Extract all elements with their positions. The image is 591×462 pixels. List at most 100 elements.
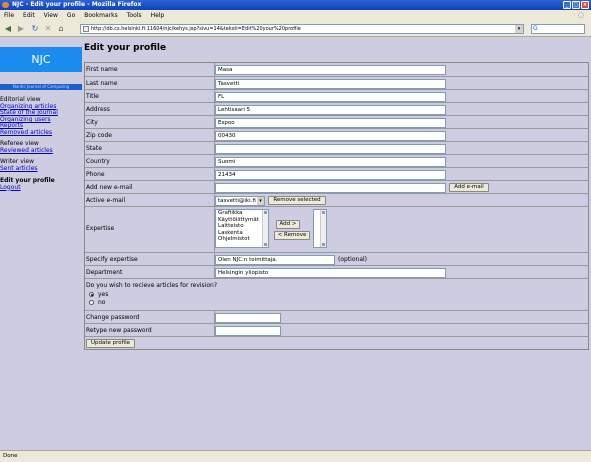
first-name-label: First name bbox=[86, 66, 118, 73]
retype-password-input[interactable] bbox=[215, 326, 281, 336]
specify-expertise-label: Specify expertise bbox=[86, 256, 138, 263]
active-email-select[interactable]: tasvetti@iki.fi ▾ bbox=[215, 196, 265, 206]
expertise-selected-list[interactable] bbox=[313, 209, 327, 248]
search-engine-icon: G bbox=[533, 25, 538, 32]
row-active-email: Active e-mail tasvetti@iki.fi ▾ Remove s… bbox=[85, 193, 588, 206]
row-state: State bbox=[85, 141, 588, 154]
state-label: State bbox=[86, 145, 102, 152]
search-box[interactable]: G bbox=[531, 24, 585, 34]
add-expertise-button[interactable]: Add > bbox=[276, 220, 300, 229]
link-removed-articles[interactable]: Removed articles bbox=[0, 129, 82, 137]
scrollbar[interactable] bbox=[262, 210, 268, 247]
row-revision: Do you wish to recieve articles for revi… bbox=[85, 278, 588, 310]
row-retype-password: Retype new password bbox=[85, 323, 588, 336]
optional-note: (optional) bbox=[338, 256, 367, 263]
reload-icon[interactable]: ↻ bbox=[30, 24, 40, 34]
row-zip: Zip code 00430 bbox=[85, 128, 588, 141]
link-sent-articles[interactable]: Sent articles bbox=[0, 165, 82, 173]
navigation-toolbar: ◀ ▶ ↻ ✕ ⌂ http://db.cs.helsinki.fi:11604… bbox=[0, 21, 591, 37]
status-bar: Done bbox=[0, 450, 591, 462]
department-label: Department bbox=[86, 269, 123, 276]
retype-password-label: Retype new password bbox=[86, 327, 152, 334]
revision-yes-label: yes bbox=[98, 291, 109, 298]
row-department: Department Helsingin yliopisto bbox=[85, 265, 588, 278]
phone-input[interactable]: 21434 bbox=[215, 170, 446, 180]
add-email-input[interactable] bbox=[215, 183, 446, 193]
revision-question: Do you wish to recieve articles for revi… bbox=[86, 282, 218, 289]
remove-selected-button[interactable]: Remove selected bbox=[268, 196, 326, 205]
url-dropdown-icon[interactable]: ▾ bbox=[515, 25, 523, 33]
window-title: NJC - Edit your profile - Mozilla Firefo… bbox=[12, 1, 142, 8]
njc-logo: NJC bbox=[0, 47, 82, 72]
menu-bookmarks[interactable]: Bookmarks bbox=[84, 12, 118, 19]
link-reviewed-articles[interactable]: Reviewed articles bbox=[0, 147, 82, 155]
country-input[interactable]: Suomi bbox=[215, 157, 446, 167]
menu-tools[interactable]: Tools bbox=[127, 12, 142, 19]
stop-icon[interactable]: ✕ bbox=[43, 24, 53, 34]
last-name-label: Last name bbox=[86, 80, 118, 87]
row-city: City Espoo bbox=[85, 115, 588, 128]
revision-yes-radio[interactable] bbox=[89, 292, 94, 297]
menu-file[interactable]: File bbox=[4, 12, 14, 19]
row-change-password: Change password bbox=[85, 310, 588, 323]
zip-label: Zip code bbox=[86, 132, 112, 139]
active-email-label: Active e-mail bbox=[86, 197, 126, 204]
close-button[interactable]: × bbox=[581, 1, 589, 9]
maximize-button[interactable]: □ bbox=[572, 1, 580, 9]
add-email-button[interactable]: Add e-mail bbox=[449, 183, 489, 192]
department-input[interactable]: Helsingin yliopisto bbox=[215, 268, 446, 278]
row-title: Title FL bbox=[85, 89, 588, 102]
profile-form: First name Masa Last name Tasvetti Title… bbox=[84, 62, 589, 350]
page-title: Edit your profile bbox=[84, 43, 167, 53]
minimize-button[interactable]: _ bbox=[563, 1, 571, 9]
sidebar-editorial: Editorial view Organizing articles State… bbox=[0, 96, 82, 137]
change-password-label: Change password bbox=[86, 314, 140, 321]
city-input[interactable]: Espoo bbox=[215, 118, 446, 128]
expertise-option[interactable]: Ohjelmistot bbox=[218, 236, 268, 243]
update-profile-button[interactable]: Update profile bbox=[86, 339, 135, 348]
window-controls: _ □ × bbox=[563, 1, 589, 9]
address-input[interactable]: Lehtisaari 5 bbox=[215, 105, 446, 115]
title-input[interactable]: FL bbox=[215, 92, 446, 102]
forward-icon[interactable]: ▶ bbox=[16, 24, 26, 34]
row-expertise: Expertise Grafiikka Käyttöliittymät Lait… bbox=[85, 206, 588, 252]
throbber-icon: ◌ bbox=[578, 11, 585, 19]
expertise-available-list[interactable]: Grafiikka Käyttöliittymät Laitteisto Las… bbox=[215, 209, 269, 248]
firefox-icon bbox=[2, 2, 9, 8]
scrollbar[interactable] bbox=[320, 210, 326, 247]
menu-bar: File Edit View Go Bookmarks Tools Help ◌ bbox=[0, 10, 591, 21]
revision-no-radio[interactable] bbox=[89, 300, 94, 305]
url-bar[interactable]: http://db.cs.helsinki.fi:11604/njc/kehys… bbox=[80, 24, 524, 34]
state-input[interactable] bbox=[215, 144, 446, 154]
last-name-input[interactable]: Tasvetti bbox=[215, 79, 446, 89]
revision-no-label: no bbox=[98, 299, 106, 306]
change-password-input[interactable] bbox=[215, 313, 281, 323]
url-text: http://db.cs.helsinki.fi:11604/njc/kehys… bbox=[91, 26, 301, 32]
home-icon[interactable]: ⌂ bbox=[56, 24, 66, 34]
specify-expertise-input[interactable]: Olen NJC:n toimittaja. bbox=[215, 255, 335, 265]
menu-view[interactable]: View bbox=[44, 12, 58, 19]
row-address: Address Lehtisaari 5 bbox=[85, 102, 588, 115]
address-label: Address bbox=[86, 106, 110, 113]
menu-help[interactable]: Help bbox=[151, 12, 165, 19]
add-email-label: Add new e-mail bbox=[86, 184, 133, 191]
window-titlebar: NJC - Edit your profile - Mozilla Firefo… bbox=[0, 0, 591, 10]
menu-edit[interactable]: Edit bbox=[23, 12, 35, 19]
row-phone: Phone 21434 bbox=[85, 167, 588, 180]
menu-go[interactable]: Go bbox=[67, 12, 75, 19]
page-content: NJC Nordic Journal of Computing Editoria… bbox=[0, 37, 591, 450]
row-update: Update profile bbox=[85, 336, 588, 349]
page-icon bbox=[83, 26, 89, 32]
country-label: Country bbox=[86, 158, 110, 165]
title-label: Title bbox=[86, 93, 99, 100]
logo-subtitle: Nordic Journal of Computing bbox=[0, 84, 82, 90]
back-icon[interactable]: ◀ bbox=[3, 24, 13, 34]
chevron-down-icon: ▾ bbox=[257, 197, 264, 205]
first-name-input[interactable]: Masa bbox=[215, 65, 446, 75]
remove-expertise-button[interactable]: < Remove bbox=[274, 231, 310, 240]
zip-input[interactable]: 00430 bbox=[215, 131, 446, 141]
link-logout[interactable]: Logout bbox=[0, 184, 82, 192]
sidebar-referee: Referee view Reviewed articles bbox=[0, 140, 82, 155]
row-country: Country Suomi bbox=[85, 154, 588, 167]
row-specify-expertise: Specify expertise Olen NJC:n toimittaja.… bbox=[85, 252, 588, 265]
